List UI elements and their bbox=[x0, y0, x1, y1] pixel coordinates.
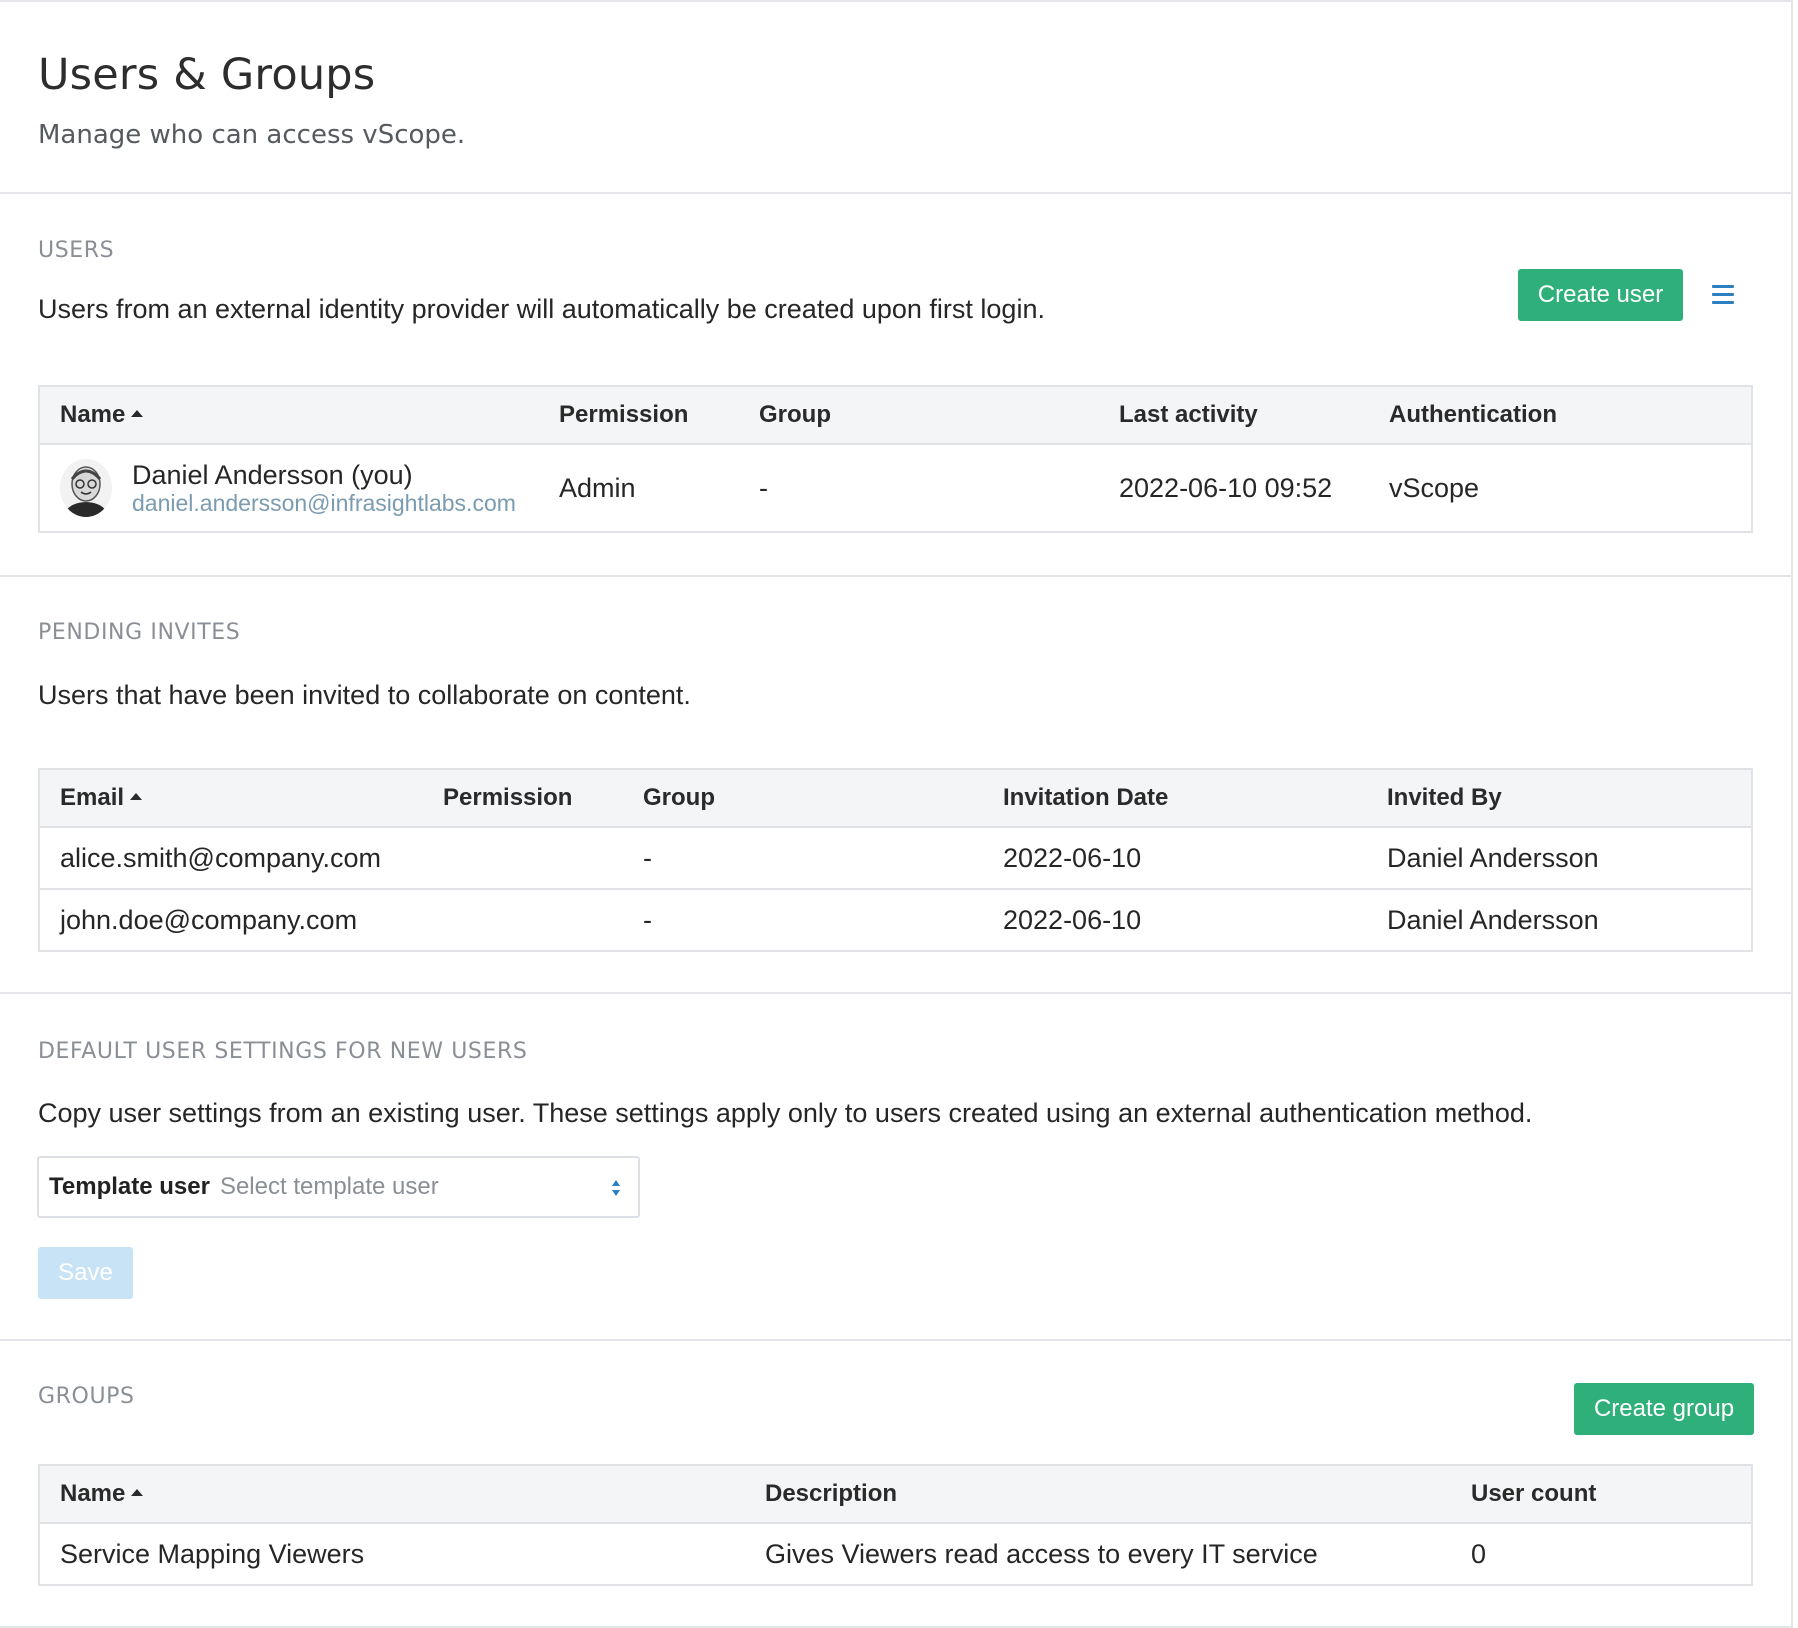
groups-section: GROUPS Create group Name Description Use… bbox=[0, 1341, 1791, 1628]
column-header-authentication[interactable]: Authentication bbox=[1369, 386, 1752, 445]
user-name[interactable]: Daniel Andersson (you) bbox=[132, 460, 516, 490]
invite-permission bbox=[423, 889, 623, 951]
groups-table-header-row: Name Description User count bbox=[39, 1465, 1752, 1524]
column-header-last-activity[interactable]: Last activity bbox=[1099, 386, 1369, 445]
column-header-name[interactable]: Name bbox=[39, 1465, 745, 1524]
user-permission: Admin bbox=[559, 472, 636, 503]
sort-ascending-icon bbox=[131, 410, 144, 418]
column-header-user-count[interactable]: User count bbox=[1451, 1465, 1752, 1524]
pending-table-header-row: Email Permission Group Invitation Date I… bbox=[39, 769, 1752, 828]
page-subtitle: Manage who can access vScope. bbox=[38, 120, 466, 150]
invite-invited-by: Daniel Andersson bbox=[1387, 904, 1599, 935]
group-description: Gives Viewers read access to every IT se… bbox=[765, 1538, 1318, 1569]
user-group: - bbox=[759, 472, 768, 503]
pending-invites-label: PENDING INVITES bbox=[38, 620, 241, 645]
user-cell: Daniel Andersson (you) daniel.andersson@… bbox=[60, 459, 539, 517]
column-header-name[interactable]: Name bbox=[39, 386, 539, 445]
default-settings-description: Copy user settings from an existing user… bbox=[38, 1098, 1533, 1128]
invite-permission bbox=[423, 827, 623, 890]
user-authentication: vScope bbox=[1389, 472, 1480, 503]
column-header-permission[interactable]: Permission bbox=[539, 386, 739, 445]
column-header-invited-by[interactable]: Invited By bbox=[1367, 769, 1752, 828]
invite-group: - bbox=[623, 827, 983, 890]
users-table: Name Permission Group Last activity Auth… bbox=[38, 385, 1753, 533]
invite-date: 2022-06-10 bbox=[1003, 904, 1142, 935]
group-user-count: 0 bbox=[1471, 1538, 1487, 1569]
save-button[interactable]: Save bbox=[38, 1247, 133, 1299]
group-name: Service Mapping Viewers bbox=[60, 1538, 365, 1569]
column-header-group[interactable]: Group bbox=[623, 769, 983, 828]
sort-ascending-icon bbox=[130, 793, 143, 801]
pending-invites-description: Users that have been invited to collabor… bbox=[38, 680, 691, 710]
hamburger-menu-icon[interactable] bbox=[1712, 285, 1736, 305]
column-header-group[interactable]: Group bbox=[739, 386, 1099, 445]
invite-email: alice.smith@company.com bbox=[39, 827, 423, 890]
template-user-placeholder: Select template user bbox=[219, 1173, 439, 1200]
column-header-email-label: Email bbox=[60, 784, 125, 811]
user-last-activity: 2022-06-10 09:52 bbox=[1119, 472, 1333, 503]
column-header-email[interactable]: Email bbox=[39, 769, 423, 828]
invite-email: john.doe@company.com bbox=[60, 904, 358, 935]
invite-invited-by: Daniel Andersson bbox=[1367, 827, 1752, 890]
sort-ascending-icon bbox=[131, 1489, 144, 1497]
pending-invites-section: PENDING INVITES Users that have been inv… bbox=[0, 577, 1791, 994]
column-header-description[interactable]: Description bbox=[745, 1465, 1451, 1524]
table-row[interactable]: Daniel Andersson (you) daniel.andersson@… bbox=[39, 444, 1752, 532]
page-header: Users & Groups Manage who can access vSc… bbox=[0, 2, 1791, 194]
avatar-photo bbox=[60, 459, 112, 517]
default-settings-label: DEFAULT USER SETTINGS FOR NEW USERS bbox=[38, 1039, 528, 1064]
user-email: daniel.andersson@infrasightlabs.com bbox=[132, 490, 516, 516]
table-row[interactable]: alice.smith@company.com - 2022-06-10 Dan… bbox=[39, 827, 1752, 890]
users-section-label: USERS bbox=[38, 238, 115, 263]
create-user-button[interactable]: Create user bbox=[1518, 269, 1683, 321]
users-table-header-row: Name Permission Group Last activity Auth… bbox=[39, 386, 1752, 445]
template-user-label: Template user bbox=[49, 1173, 210, 1200]
groups-section-label: GROUPS bbox=[38, 1384, 135, 1409]
column-header-permission[interactable]: Permission bbox=[423, 769, 623, 828]
avatar bbox=[60, 459, 112, 517]
table-row[interactable]: john.doe@company.com - 2022-06-10 Daniel… bbox=[39, 889, 1752, 951]
column-header-name-label: Name bbox=[60, 401, 126, 428]
column-header-name-label: Name bbox=[60, 1480, 126, 1507]
column-header-invitation-date[interactable]: Invitation Date bbox=[983, 769, 1367, 828]
create-group-button[interactable]: Create group bbox=[1574, 1383, 1754, 1435]
invite-date: 2022-06-10 bbox=[983, 827, 1367, 890]
users-section-description: Users from an external identity provider… bbox=[38, 294, 1045, 324]
page-title: Users & Groups bbox=[38, 50, 376, 100]
pending-invites-table: Email Permission Group Invitation Date I… bbox=[38, 768, 1753, 952]
select-arrows-icon bbox=[612, 1180, 620, 1196]
users-section: USERS Users from an external identity pr… bbox=[0, 194, 1791, 577]
groups-table: Name Description User count Service Mapp… bbox=[38, 1464, 1753, 1586]
table-row[interactable]: Service Mapping Viewers Gives Viewers re… bbox=[39, 1523, 1752, 1585]
template-user-select[interactable]: Template user Select template user bbox=[37, 1156, 640, 1218]
invite-group: - bbox=[643, 904, 652, 935]
